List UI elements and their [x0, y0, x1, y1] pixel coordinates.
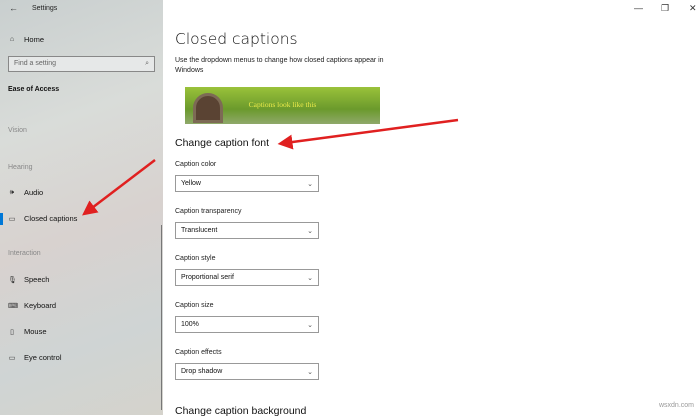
- arrow-to-closed-captions: [82, 159, 156, 216]
- arrow-to-font-heading: [277, 118, 459, 150]
- annotation-arrows: [82, 118, 459, 216]
